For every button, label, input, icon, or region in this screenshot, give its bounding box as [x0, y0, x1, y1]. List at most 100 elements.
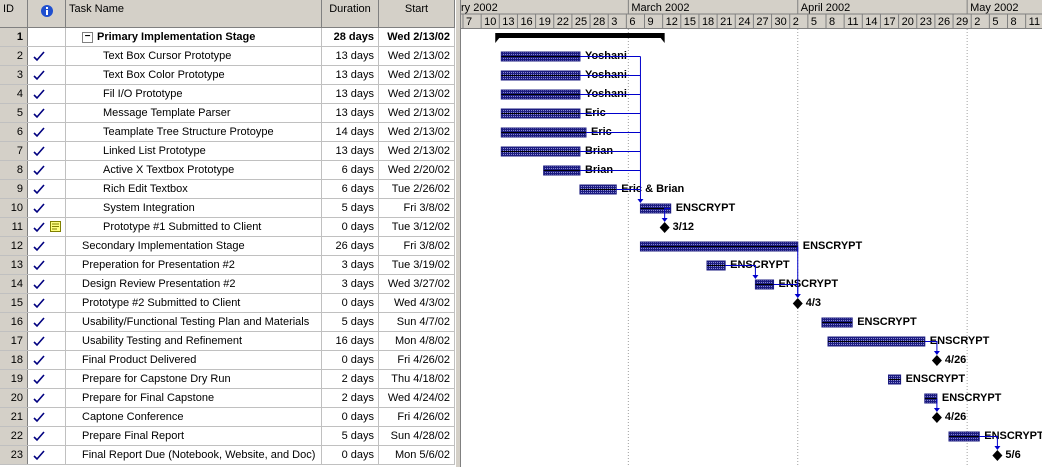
task-row[interactable]: 13 Preperation for Presentation #2 3 days T… [0, 256, 459, 275]
task-row[interactable]: 16 Usability/Functional Testing Plan and … [0, 313, 459, 332]
task-name-cell[interactable]: Teamplate Tree Structure Protoype [66, 123, 322, 141]
task-duration[interactable]: 0 days [322, 408, 379, 426]
task-duration[interactable]: 0 days [322, 351, 379, 369]
task-start[interactable]: Tue 2/26/02 [379, 180, 455, 198]
task-start[interactable]: Mon 4/8/02 [379, 332, 455, 350]
task-start[interactable]: Sun 4/28/02 [379, 427, 455, 445]
task-id[interactable]: 1 [0, 28, 28, 46]
task-row[interactable]: 19 Prepare for Capstone Dry Run 2 days Thu … [0, 370, 459, 389]
task-row[interactable]: 11 Prototype #1 Submitted to Client 0 days… [0, 218, 459, 237]
task-row[interactable]: 17 Usability Testing and Refinement 16 day… [0, 332, 459, 351]
task-row[interactable]: 6 Teamplate Tree Structure Protoype 14 day… [0, 123, 459, 142]
task-row[interactable]: 23 Final Report Due (Notebook, Website, a… [0, 446, 459, 465]
task-name-column-header[interactable]: Task Name [66, 0, 322, 28]
task-name-cell[interactable]: Fil I/O Prototype [66, 85, 322, 103]
task-start[interactable]: Wed 2/13/02 [379, 66, 455, 84]
task-name-cell[interactable]: Linked List Prototype [66, 142, 322, 160]
task-duration[interactable]: 13 days [322, 104, 379, 122]
task-start[interactable]: Wed 2/13/02 [379, 47, 455, 65]
task-start[interactable]: Thu 4/18/02 [379, 370, 455, 388]
task-name-cell[interactable]: Usability Testing and Refinement [66, 332, 322, 350]
task-duration[interactable]: 28 days [322, 28, 379, 46]
task-id[interactable]: 9 [0, 180, 28, 198]
task-duration[interactable]: 0 days [322, 294, 379, 312]
task-name-cell[interactable]: Text Box Color Prototype [66, 66, 322, 84]
task-start[interactable]: Fri 3/8/02 [379, 199, 455, 217]
task-id[interactable]: 4 [0, 85, 28, 103]
task-duration[interactable]: 6 days [322, 161, 379, 179]
task-start[interactable]: Fri 3/8/02 [379, 237, 455, 255]
task-name-cell[interactable]: Text Box Cursor Prototype [66, 47, 322, 65]
task-duration[interactable]: 2 days [322, 389, 379, 407]
task-duration[interactable]: 2 days [322, 370, 379, 388]
task-duration[interactable]: 16 days [322, 332, 379, 350]
task-name-cell[interactable]: Prepare Final Report [66, 427, 322, 445]
task-id[interactable]: 19 [0, 370, 28, 388]
task-name-cell[interactable]: Usability/Functional Testing Plan and Ma… [66, 313, 322, 331]
task-row[interactable]: 12 Secondary Implementation Stage 26 days F… [0, 237, 459, 256]
task-row[interactable]: 3 Text Box Color Prototype 13 days Wed 2/13… [0, 66, 459, 85]
task-name-cell[interactable]: Prototype #1 Submitted to Client [66, 218, 322, 236]
task-row[interactable]: 22 Prepare Final Report 5 days Sun 4/28/02 [0, 427, 459, 446]
task-name-cell[interactable]: Prototype #2 Submitted to Client [66, 294, 322, 312]
task-name-cell[interactable]: Active X Textbox Prototype [66, 161, 322, 179]
task-duration[interactable]: 26 days [322, 237, 379, 255]
task-name-cell[interactable]: Prepare for Final Capstone [66, 389, 322, 407]
collapse-toggle-icon[interactable]: − [82, 31, 93, 43]
task-name-cell[interactable]: Secondary Implementation Stage [66, 237, 322, 255]
task-id[interactable]: 13 [0, 256, 28, 274]
task-start[interactable]: Fri 4/26/02 [379, 351, 455, 369]
task-start[interactable]: Wed 2/20/02 [379, 161, 455, 179]
task-row[interactable]: 21 Captone Conference 0 days Fri 4/26/02 [0, 408, 459, 427]
task-id[interactable]: 17 [0, 332, 28, 350]
task-duration[interactable]: 5 days [322, 313, 379, 331]
task-row[interactable]: 14 Design Review Presentation #2 3 days Wed… [0, 275, 459, 294]
start-column-header[interactable]: Start [379, 0, 455, 28]
note-icon[interactable] [50, 221, 61, 232]
task-duration[interactable]: 13 days [322, 47, 379, 65]
task-start[interactable]: Wed 4/24/02 [379, 389, 455, 407]
task-id[interactable]: 6 [0, 123, 28, 141]
task-id[interactable]: 23 [0, 446, 28, 464]
task-start[interactable]: Mon 5/6/02 [379, 446, 455, 464]
task-row[interactable]: 2 Text Box Cursor Prototype 13 days Wed 2/1… [0, 47, 459, 66]
task-duration[interactable]: 3 days [322, 275, 379, 293]
task-start[interactable]: Tue 3/12/02 [379, 218, 455, 236]
task-start[interactable]: Wed 2/13/02 [379, 104, 455, 122]
task-id[interactable]: 18 [0, 351, 28, 369]
task-id[interactable]: 11 [0, 218, 28, 236]
task-row[interactable]: 15 Prototype #2 Submitted to Client 0 days… [0, 294, 459, 313]
task-id[interactable]: 2 [0, 47, 28, 65]
task-name-cell[interactable]: Design Review Presentation #2 [66, 275, 322, 293]
task-duration[interactable]: 3 days [322, 256, 379, 274]
task-id[interactable]: 20 [0, 389, 28, 407]
task-row[interactable]: 1− Primary Implementation Stage 28 days Wed… [0, 28, 459, 47]
task-start[interactable]: Sun 4/7/02 [379, 313, 455, 331]
task-duration[interactable]: 0 days [322, 446, 379, 464]
task-start[interactable]: Wed 2/13/02 [379, 85, 455, 103]
milestone-diamond[interactable] [992, 450, 1003, 461]
duration-column-header[interactable]: Duration [322, 0, 379, 28]
task-start[interactable]: Tue 3/19/02 [379, 256, 455, 274]
task-row[interactable]: 5 Message Template Parser 13 days Wed 2/13/… [0, 104, 459, 123]
task-row[interactable]: 7 Linked List Prototype 13 days Wed 2/13/02 [0, 142, 459, 161]
task-duration[interactable]: 13 days [322, 142, 379, 160]
task-name-cell[interactable]: Prepare for Capstone Dry Run [66, 370, 322, 388]
task-duration[interactable]: 6 days [322, 180, 379, 198]
task-start[interactable]: Wed 3/27/02 [379, 275, 455, 293]
task-start[interactable]: Wed 2/13/02 [379, 123, 455, 141]
task-name-cell[interactable]: Final Product Delivered [66, 351, 322, 369]
task-id[interactable]: 15 [0, 294, 28, 312]
task-row[interactable]: 4 Fil I/O Prototype 13 days Wed 2/13/02 [0, 85, 459, 104]
summary-bar[interactable] [495, 33, 665, 38]
task-duration[interactable]: 14 days [322, 123, 379, 141]
task-row[interactable]: 20 Prepare for Final Capstone 2 days Wed 4/… [0, 389, 459, 408]
task-name-cell[interactable]: Captone Conference [66, 408, 322, 426]
task-duration[interactable]: 13 days [322, 85, 379, 103]
task-id[interactable]: 7 [0, 142, 28, 160]
task-id[interactable]: 3 [0, 66, 28, 84]
milestone-diamond[interactable] [659, 222, 670, 233]
task-duration[interactable]: 5 days [322, 427, 379, 445]
task-name-cell[interactable]: Preperation for Presentation #2 [66, 256, 322, 274]
task-name-cell[interactable]: − Primary Implementation Stage [66, 28, 322, 46]
